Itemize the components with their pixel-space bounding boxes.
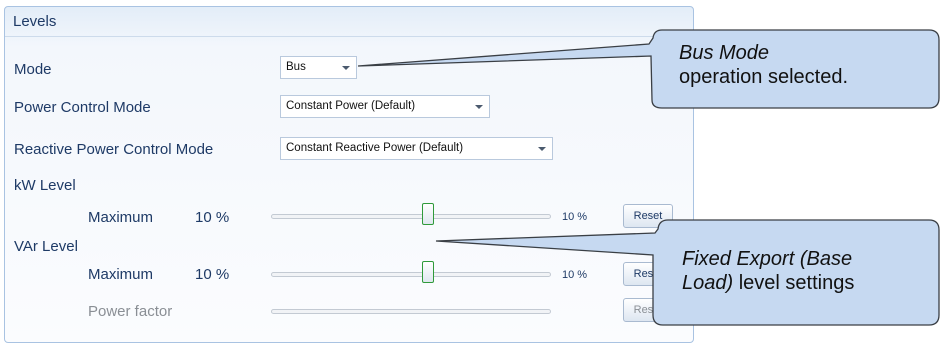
callout-bus-mode-shape (357, 29, 940, 109)
callout-fixed-export-text: Fixed Export (Base Load) level settings (682, 247, 854, 295)
callout-bus-mode-text: Bus Mode operation selected. (679, 41, 848, 89)
callout-bus-mode-italic: Bus Mode (679, 42, 770, 64)
callout-bus-mode-rest: operation selected. (679, 66, 849, 88)
callout-export-italic-1: Fixed Export (Base (682, 248, 853, 270)
callout-export-italic-2: Load) (682, 272, 734, 294)
callout-export-rest: level settings (733, 272, 855, 294)
